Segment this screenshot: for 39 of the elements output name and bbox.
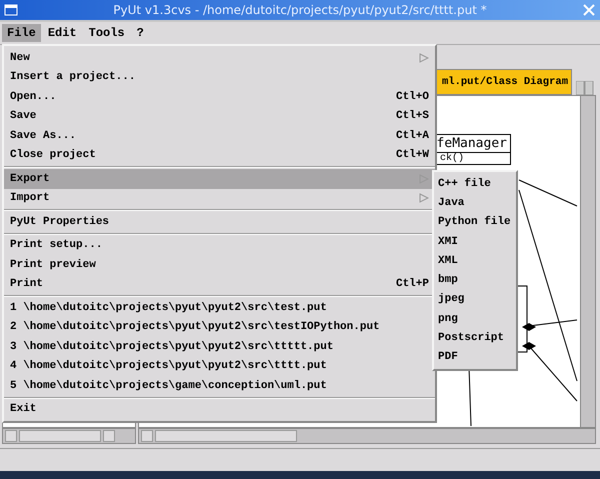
menu-item[interactable]: XMI bbox=[434, 232, 516, 252]
tab-scroll-icon[interactable] bbox=[576, 81, 594, 95]
menu-title[interactable]: Edit bbox=[42, 24, 82, 42]
menu-item[interactable]: 1 \home\dutoitc\projects\pyut\pyut2\src\test.put bbox=[4, 298, 435, 318]
submenu-arrow-icon bbox=[419, 193, 429, 204]
menu-item[interactable]: Java bbox=[434, 193, 516, 213]
menu-item[interactable]: C++ file bbox=[434, 174, 516, 194]
menu-item[interactable]: Print setup... bbox=[4, 236, 435, 255]
menu-item[interactable]: bmp bbox=[434, 270, 516, 290]
menu-item[interactable]: PDF bbox=[434, 348, 516, 367]
close-icon[interactable] bbox=[582, 3, 596, 17]
horizontal-scrollbar[interactable] bbox=[2, 428, 136, 444]
menu-item[interactable]: Print Ctl+P bbox=[4, 274, 435, 294]
menu-item[interactable]: Import bbox=[4, 188, 435, 208]
menu-title[interactable]: ? bbox=[132, 24, 149, 42]
menu-item[interactable]: 3 \home\dutoitc\projects\pyut\pyut2\src\ttttt.put bbox=[4, 337, 435, 356]
vertical-scrollbar[interactable] bbox=[580, 96, 595, 427]
menu-item[interactable]: Postscript bbox=[434, 328, 516, 348]
shortcut-text: Ctl+S bbox=[396, 110, 429, 122]
menu-title[interactable]: Tools bbox=[84, 24, 130, 42]
menu-item[interactable]: PyUt Properties bbox=[4, 212, 435, 232]
submenu-arrow-icon bbox=[419, 52, 429, 63]
menu-item[interactable]: Exit bbox=[4, 400, 435, 419]
menu-item[interactable]: New bbox=[4, 48, 435, 68]
menu-title[interactable]: File bbox=[2, 24, 41, 42]
menu-item[interactable]: 2 \home\dutoitc\projects\pyut\pyut2\src\testIOPython.put bbox=[4, 318, 435, 337]
menu-item[interactable]: Export bbox=[4, 169, 435, 188]
menu-item[interactable]: png bbox=[434, 309, 516, 328]
menu-item[interactable]: 4 \home\dutoitc\projects\pyut\pyut2\src\tttt.put bbox=[4, 356, 435, 376]
menu-item[interactable]: Python file bbox=[434, 212, 516, 232]
menu-item[interactable]: Print preview bbox=[4, 255, 435, 274]
menu-item[interactable]: Save Ctl+S bbox=[4, 106, 435, 126]
horizontal-scrollbar[interactable] bbox=[138, 428, 596, 444]
window-title: PyUt v1.3cvs - /home/dutoitc/projects/pyut/pyut2/src/tttt.put * bbox=[112, 3, 488, 17]
window-icon bbox=[4, 4, 18, 16]
menu-item[interactable]: jpeg bbox=[434, 290, 516, 310]
menu-item[interactable]: 5 \home\dutoitc\projects\game\conception\uml.put bbox=[4, 376, 435, 396]
shortcut-text: Ctl+P bbox=[396, 278, 429, 290]
menu-item[interactable]: XML bbox=[434, 251, 516, 270]
